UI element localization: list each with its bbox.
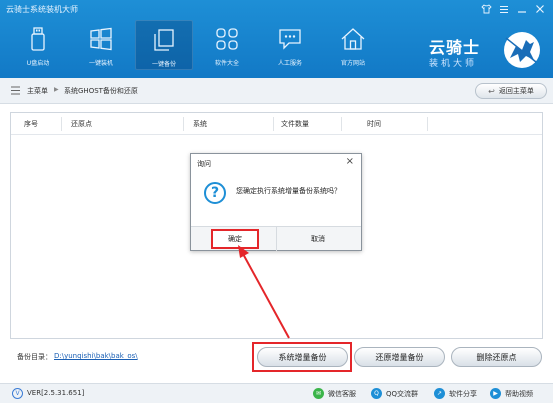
column-header-restore-point: 还原点 bbox=[71, 120, 92, 128]
qq-group-link[interactable]: Q QQ交流群 bbox=[371, 388, 418, 399]
table-header: 序号 还原点 系统 文件数量 时间 bbox=[11, 113, 542, 135]
qq-icon: Q bbox=[371, 388, 382, 399]
dialog-message: 您确定执行系统增量备份系统吗？ bbox=[236, 187, 341, 195]
delete-restore-point-button[interactable]: 删除还原点 bbox=[451, 347, 542, 367]
column-header-index: 序号 bbox=[24, 120, 38, 128]
nav-official-site[interactable]: 官方网站 bbox=[324, 20, 382, 70]
status-item-label: 帮助视频 bbox=[505, 389, 533, 398]
status-bar: V VER[2.5.31.651] ✉ 微信客服 Q QQ交流群 ↗ 软件分享 … bbox=[0, 383, 553, 403]
brand-logo: 云骑士 装机大师 bbox=[415, 22, 547, 74]
question-icon: ? bbox=[204, 182, 226, 204]
window-title: 云骑士系统装机大师 bbox=[6, 5, 78, 14]
status-item-label: 微信客服 bbox=[328, 389, 356, 398]
dialog-button-bar: 确定 取消 bbox=[191, 226, 361, 251]
back-to-main-button[interactable]: ↩ 返回主菜单 bbox=[475, 83, 547, 99]
restore-incremental-backup-button[interactable]: 还原增量备份 bbox=[354, 347, 445, 367]
nav-label: 一键装机 bbox=[88, 60, 113, 67]
nav-label: U盘启动 bbox=[26, 60, 50, 67]
nav-service[interactable]: 人工服务 bbox=[261, 20, 319, 70]
share-icon: ↗ bbox=[434, 388, 445, 399]
close-icon[interactable] bbox=[533, 2, 547, 16]
column-divider bbox=[183, 117, 184, 131]
nav-software[interactable]: 软件大全 bbox=[198, 20, 256, 70]
version-text: VER[2.5.31.651] bbox=[27, 389, 85, 397]
breadcrumb-home[interactable]: 主菜单 bbox=[27, 86, 48, 96]
logo-main-text: 云骑士 bbox=[429, 38, 481, 57]
dialog-cancel-button[interactable]: 取消 bbox=[283, 232, 353, 246]
column-divider bbox=[61, 117, 62, 131]
dialog-close-icon[interactable]: × bbox=[346, 156, 354, 167]
app-header: 云骑士系统装机大师 U盘启动 一键装机 一键备份 软件大全 人工服务 官方网站 … bbox=[0, 0, 553, 78]
window-controls bbox=[479, 2, 547, 16]
apps-grid-icon bbox=[214, 26, 240, 52]
home-icon bbox=[340, 26, 366, 52]
nav-label: 软件大全 bbox=[214, 60, 239, 67]
logo-sub-text: 装机大师 bbox=[429, 59, 478, 69]
wechat-service-link[interactable]: ✉ 微信客服 bbox=[313, 388, 356, 399]
knight-emblem-icon bbox=[500, 28, 544, 72]
column-divider bbox=[427, 117, 428, 131]
minimize-icon[interactable] bbox=[515, 2, 529, 16]
menu-icon[interactable] bbox=[497, 2, 511, 16]
help-video-icon: ▶ bbox=[490, 388, 501, 399]
column-header-file-count: 文件数量 bbox=[281, 120, 309, 128]
list-icon bbox=[11, 86, 20, 95]
dialog-title: 询问 bbox=[197, 160, 211, 168]
nav-label: 人工服务 bbox=[277, 60, 302, 67]
nav-one-click-backup[interactable]: 一键备份 bbox=[135, 20, 193, 70]
version-icon: V bbox=[12, 388, 23, 399]
column-divider bbox=[341, 117, 342, 131]
breadcrumb-current-page: 系统GHOST备份和还原 bbox=[64, 87, 138, 95]
software-share-link[interactable]: ↗ 软件分享 bbox=[434, 388, 477, 399]
nav-usb-boot[interactable]: U盘启动 bbox=[9, 20, 67, 70]
backup-icon bbox=[151, 27, 177, 53]
confirm-dialog: 询问 × ? 您确定执行系统增量备份系统吗？ 确定 取消 bbox=[190, 153, 362, 251]
nav-label: 一键备份 bbox=[151, 61, 176, 68]
column-header-time: 时间 bbox=[367, 120, 381, 128]
breadcrumb-separator: ▶ bbox=[54, 86, 59, 93]
status-item-label: QQ交流群 bbox=[386, 389, 419, 398]
back-to-main-label: 返回主菜单 bbox=[498, 87, 534, 95]
help-video-link[interactable]: ▶ 帮助视频 bbox=[490, 388, 533, 399]
wechat-icon: ✉ bbox=[313, 388, 324, 399]
usb-icon bbox=[25, 26, 51, 52]
dialog-ok-button[interactable]: 确定 bbox=[211, 232, 259, 246]
breadcrumb: 主菜单 ▶ 系统GHOST备份和还原 ↩ 返回主菜单 bbox=[0, 78, 553, 104]
backup-directory-link[interactable]: D:\yunqishi\bak\bak_os\ bbox=[54, 352, 138, 360]
column-header-system: 系统 bbox=[193, 120, 207, 128]
windows-icon bbox=[88, 26, 114, 52]
main-nav: U盘启动 一键装机 一键备份 软件大全 人工服务 官方网站 bbox=[9, 20, 387, 70]
nav-one-click-install[interactable]: 一键装机 bbox=[72, 20, 130, 70]
return-arrow-icon: ↩ bbox=[488, 86, 495, 96]
column-divider bbox=[273, 117, 274, 131]
backup-directory-label: 备份目录： bbox=[17, 353, 52, 361]
incremental-backup-highlight bbox=[252, 342, 352, 372]
chat-service-icon bbox=[277, 26, 303, 52]
skin-shirt-icon[interactable] bbox=[479, 2, 493, 16]
nav-label: 官方网站 bbox=[340, 60, 365, 67]
dialog-button-divider bbox=[276, 227, 277, 251]
status-item-label: 软件分享 bbox=[449, 389, 477, 398]
